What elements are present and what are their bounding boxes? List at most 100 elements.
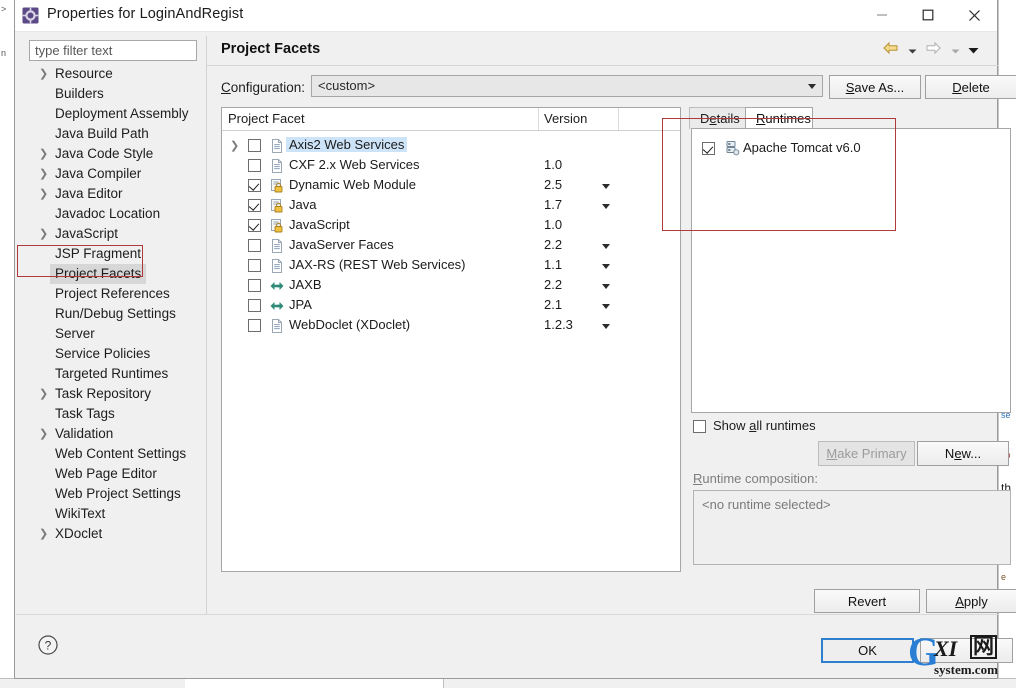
chevron-right-icon[interactable]: ❯ bbox=[39, 384, 49, 404]
tab-details[interactable]: Details bbox=[689, 107, 747, 129]
sidebar-item-wikitext[interactable]: WikiText bbox=[29, 504, 205, 524]
tab-runtimes[interactable]: Runtimes bbox=[745, 107, 813, 129]
chevron-right-icon[interactable]: ❯ bbox=[39, 64, 49, 84]
facet-row[interactable]: ❯ Axis2 Web Services bbox=[222, 136, 680, 156]
version-chevron-down-icon[interactable] bbox=[602, 264, 610, 269]
view-menu-chevron-down-solid-icon[interactable] bbox=[968, 42, 979, 60]
facet-name: Java bbox=[289, 197, 316, 212]
facet-rows: ❯ Axis2 Web Services CXF 2.x Web Services1… bbox=[222, 131, 680, 336]
sidebar-item-web-content-settings[interactable]: Web Content Settings bbox=[29, 444, 205, 464]
facet-checkbox[interactable] bbox=[248, 259, 261, 272]
sidebar-item-xdoclet[interactable]: ❯XDoclet bbox=[29, 524, 205, 544]
facet-checkbox[interactable] bbox=[248, 139, 261, 152]
sidebar-item-task-tags[interactable]: Task Tags bbox=[29, 404, 205, 424]
maximize-button[interactable] bbox=[905, 0, 951, 30]
sidebar-item-java-editor[interactable]: ❯Java Editor bbox=[29, 184, 205, 204]
configuration-select[interactable]: <custom> bbox=[311, 75, 823, 97]
server-runtime-icon bbox=[724, 140, 740, 156]
forward-arrow-icon[interactable] bbox=[925, 41, 942, 60]
chevron-right-icon[interactable]: ❯ bbox=[230, 139, 239, 152]
facet-row[interactable]: JAXB2.2 bbox=[222, 276, 680, 296]
facet-row[interactable]: JavaScript1.0 bbox=[222, 216, 680, 236]
save-as-button[interactable]: Save As... bbox=[829, 75, 921, 99]
facet-row[interactable]: JavaServer Faces2.2 bbox=[222, 236, 680, 256]
sidebar-item-task-repository[interactable]: ❯Task Repository bbox=[29, 384, 205, 404]
dialog-titlebar: Properties for LoginAndRegist bbox=[15, 0, 997, 32]
runtimes-list[interactable]: Apache Tomcat v6.0 bbox=[691, 128, 1011, 413]
filter-input[interactable]: type filter text bbox=[29, 40, 197, 61]
sidebar-item-validation[interactable]: ❯Validation bbox=[29, 424, 205, 444]
sidebar-item-server[interactable]: Server bbox=[29, 324, 205, 344]
version-chevron-down-icon[interactable] bbox=[602, 324, 610, 329]
version-chevron-down-icon[interactable] bbox=[602, 244, 610, 249]
chevron-right-icon[interactable]: ❯ bbox=[39, 144, 49, 164]
revert-button[interactable]: Revert bbox=[814, 589, 920, 613]
sidebar-item-run-debug-settings[interactable]: Run/Debug Settings bbox=[29, 304, 205, 324]
chevron-right-icon[interactable]: ❯ bbox=[39, 184, 49, 204]
ok-button[interactable]: OK bbox=[821, 638, 914, 663]
minimize-button[interactable] bbox=[859, 0, 905, 30]
facet-row[interactable]: Java1.7 bbox=[222, 196, 680, 216]
facet-name: Axis2 Web Services bbox=[286, 137, 407, 152]
question-mark-icon[interactable]: ? bbox=[37, 634, 59, 661]
runtime-row[interactable]: Apache Tomcat v6.0 bbox=[702, 139, 1010, 159]
version-chevron-down-icon[interactable] bbox=[602, 304, 610, 309]
checkbox[interactable] bbox=[693, 420, 706, 433]
settings-tree[interactable]: ❯ResourceBuildersDeployment AssemblyJava… bbox=[29, 64, 205, 614]
sidebar-item-deployment-assembly[interactable]: Deployment Assembly bbox=[29, 104, 205, 124]
facet-checkbox[interactable] bbox=[248, 199, 261, 212]
header-rule bbox=[207, 65, 999, 66]
sidebar-item-builders[interactable]: Builders bbox=[29, 84, 205, 104]
facet-row[interactable]: Dynamic Web Module2.5 bbox=[222, 176, 680, 196]
facet-doc-icon bbox=[269, 138, 285, 154]
new-runtime-button[interactable]: New... bbox=[917, 441, 1009, 466]
svg-text:?: ? bbox=[45, 639, 52, 653]
sidebar-item-targeted-runtimes[interactable]: Targeted Runtimes bbox=[29, 364, 205, 384]
sidebar-item-jsp-fragment[interactable]: JSP Fragment bbox=[29, 244, 205, 264]
right-panel-tabs[interactable]: Details Runtimes bbox=[689, 107, 1016, 129]
sidebar-item-label: Service Policies bbox=[55, 344, 150, 364]
facet-checkbox[interactable] bbox=[248, 239, 261, 252]
runtime-checkbox[interactable] bbox=[702, 142, 715, 155]
sidebar-item-java-code-style[interactable]: ❯Java Code Style bbox=[29, 144, 205, 164]
facet-row[interactable]: WebDoclet (XDoclet)1.2.3 bbox=[222, 316, 680, 336]
facet-checkbox[interactable] bbox=[248, 319, 261, 332]
sidebar-item-project-references[interactable]: Project References bbox=[29, 284, 205, 304]
facet-row[interactable]: JAX-RS (REST Web Services)1.1 bbox=[222, 256, 680, 276]
sidebar-item-java-compiler[interactable]: ❯Java Compiler bbox=[29, 164, 205, 184]
chevron-right-icon[interactable]: ❯ bbox=[39, 224, 49, 244]
sidebar-item-resource[interactable]: ❯Resource bbox=[29, 64, 205, 84]
back-arrow-icon[interactable] bbox=[882, 41, 899, 60]
facet-row[interactable]: CXF 2.x Web Services1.0 bbox=[222, 156, 680, 176]
apply-button[interactable]: Apply bbox=[926, 589, 1016, 613]
facet-checkbox[interactable] bbox=[248, 299, 261, 312]
sidebar-item-service-policies[interactable]: Service Policies bbox=[29, 344, 205, 364]
facet-row[interactable]: JPA2.1 bbox=[222, 296, 680, 316]
facet-checkbox[interactable] bbox=[248, 159, 261, 172]
chevron-right-icon[interactable]: ❯ bbox=[39, 424, 49, 444]
facet-version: 2.2 bbox=[544, 277, 562, 292]
sidebar-item-java-build-path[interactable]: Java Build Path bbox=[29, 124, 205, 144]
version-chevron-down-icon[interactable] bbox=[602, 204, 610, 209]
facet-checkbox[interactable] bbox=[248, 219, 261, 232]
sidebar-item-label: Project Facets bbox=[50, 264, 146, 284]
sidebar-item-project-facets[interactable]: Project Facets bbox=[29, 264, 205, 284]
sidebar-item-javadoc-location[interactable]: Javadoc Location bbox=[29, 204, 205, 224]
back-menu-chevron-down-icon[interactable] bbox=[908, 42, 917, 60]
sidebar-item-web-project-settings[interactable]: Web Project Settings bbox=[29, 484, 205, 504]
version-chevron-down-icon[interactable] bbox=[602, 184, 610, 189]
delete-button[interactable]: Delete bbox=[925, 75, 1016, 99]
project-facets-table[interactable]: Project Facet Version ❯Axis2 Web Service… bbox=[221, 107, 681, 572]
chevron-right-icon[interactable]: ❯ bbox=[39, 164, 49, 184]
chevron-right-icon[interactable]: ❯ bbox=[39, 524, 49, 544]
sidebar-item-javascript[interactable]: ❯ JavaScript bbox=[29, 224, 205, 244]
facet-checkbox[interactable] bbox=[248, 279, 261, 292]
facet-checkbox[interactable] bbox=[248, 179, 261, 192]
forward-menu-chevron-down-icon[interactable] bbox=[951, 42, 960, 60]
sidebar-item-label: JavaScript bbox=[55, 224, 118, 244]
close-button[interactable] bbox=[951, 0, 997, 30]
sidebar-item-web-page-editor[interactable]: Web Page Editor bbox=[29, 464, 205, 484]
background-right-text: e bbox=[1001, 572, 1006, 583]
make-primary-button[interactable]: Make Primary bbox=[818, 441, 915, 466]
version-chevron-down-icon[interactable] bbox=[602, 284, 610, 289]
